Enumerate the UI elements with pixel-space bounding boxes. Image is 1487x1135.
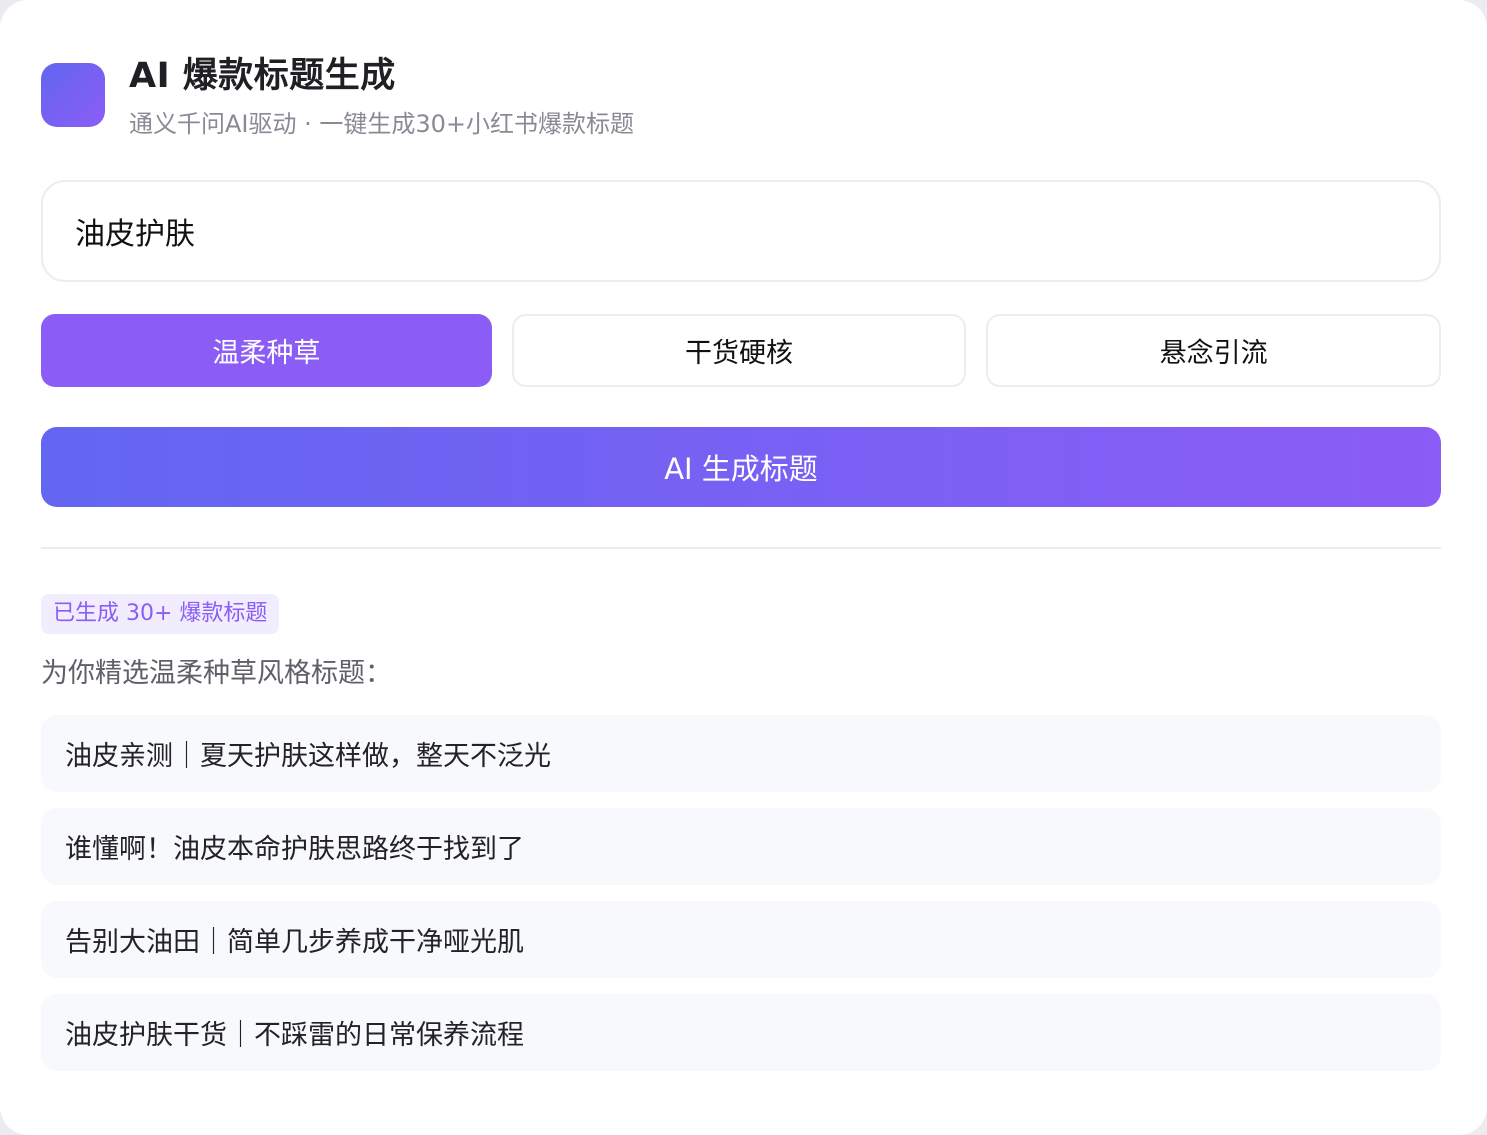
app-title: AI 爆款标题生成 (129, 56, 396, 96)
result-item[interactable]: 告别大油田｜简单几步养成干净哑光肌 (41, 901, 1441, 978)
header: AI 爆款标题生成 通义千问AI驱动 · 一键生成30+小红书爆款标题 (41, 56, 634, 139)
result-count-badge: 已生成 30+ 爆款标题 (41, 594, 280, 634)
style-button-hardcore[interactable]: 干货硬核 (511, 314, 967, 387)
result-item[interactable]: 油皮亲测｜夏天护肤这样做，整天不泛光 (41, 715, 1441, 792)
divider (41, 547, 1441, 549)
generator-card: AI 爆款标题生成 通义千问AI驱动 · 一键生成30+小红书爆款标题 温柔种草… (0, 0, 1487, 1135)
keyword-input[interactable] (41, 180, 1441, 282)
app-logo-icon (41, 63, 105, 127)
style-selector: 温柔种草 干货硬核 悬念引流 (41, 314, 1442, 387)
results-list: 油皮亲测｜夏天护肤这样做，整天不泛光 谁懂啊！油皮本命护肤思路终于找到了 告别大… (41, 715, 1441, 1087)
app-subtitle: 通义千问AI驱动 · 一键生成30+小红书爆款标题 (129, 110, 635, 138)
style-button-gentle[interactable]: 温柔种草 (41, 314, 492, 387)
header-titles: AI 爆款标题生成 通义千问AI驱动 · 一键生成30+小红书爆款标题 (129, 56, 634, 139)
generate-button[interactable]: AI 生成标题 (41, 427, 1441, 507)
result-item[interactable]: 谁懂啊！油皮本命护肤思路终于找到了 (41, 808, 1441, 885)
style-button-suspense[interactable]: 悬念引流 (986, 314, 1442, 387)
result-item[interactable]: 油皮护肤干货｜不踩雷的日常保养流程 (41, 994, 1441, 1071)
results-section-title: 为你精选温柔种草风格标题： (41, 658, 392, 689)
